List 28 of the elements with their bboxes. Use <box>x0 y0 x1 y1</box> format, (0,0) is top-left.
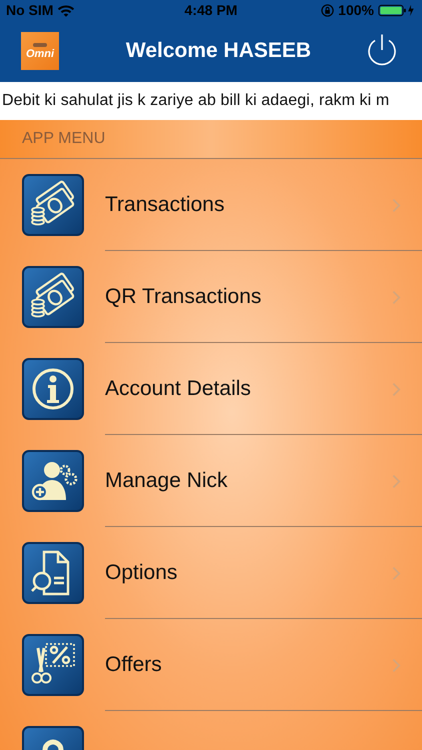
chevron-icon <box>392 198 401 212</box>
menu-item[interactable]: QR Transactions <box>0 251 422 343</box>
chevron-icon <box>392 658 401 672</box>
welcome-title: Welcome HASEEB <box>124 39 312 63</box>
coupon-scissors-icon <box>22 634 84 696</box>
clock-text: 4:48 PM <box>184 2 238 18</box>
money-icon <box>22 266 84 328</box>
rotation-lock-icon <box>321 4 334 16</box>
chevron-icon <box>392 290 401 304</box>
chevron-icon <box>392 566 401 580</box>
app-logo: Omni <box>21 32 59 70</box>
chevron-icon <box>392 474 401 488</box>
info-icon <box>22 358 84 420</box>
money-icon <box>22 174 84 236</box>
menu-item[interactable]: Offers <box>0 619 422 711</box>
menu-item[interactable]: Account Details <box>0 343 422 435</box>
menu-item[interactable]: Options <box>0 527 422 619</box>
user-settings-icon <box>22 450 84 512</box>
ticker-text: Debit ki sahulat jis k zariye ab bill ki adaegi, rakm ki m <box>1 92 390 110</box>
wifi-icon <box>57 4 76 16</box>
battery-charging-icon <box>378 4 416 16</box>
section-title: APP MENU <box>22 130 106 148</box>
menu-item[interactable]: Manage Nick <box>0 435 422 527</box>
battery-percent: 100% <box>338 2 374 18</box>
document-search-icon <box>22 542 84 604</box>
carrier-text: No SIM <box>6 2 54 18</box>
chevron-icon <box>392 382 401 396</box>
menu-item[interactable]: Transactions <box>0 159 422 251</box>
